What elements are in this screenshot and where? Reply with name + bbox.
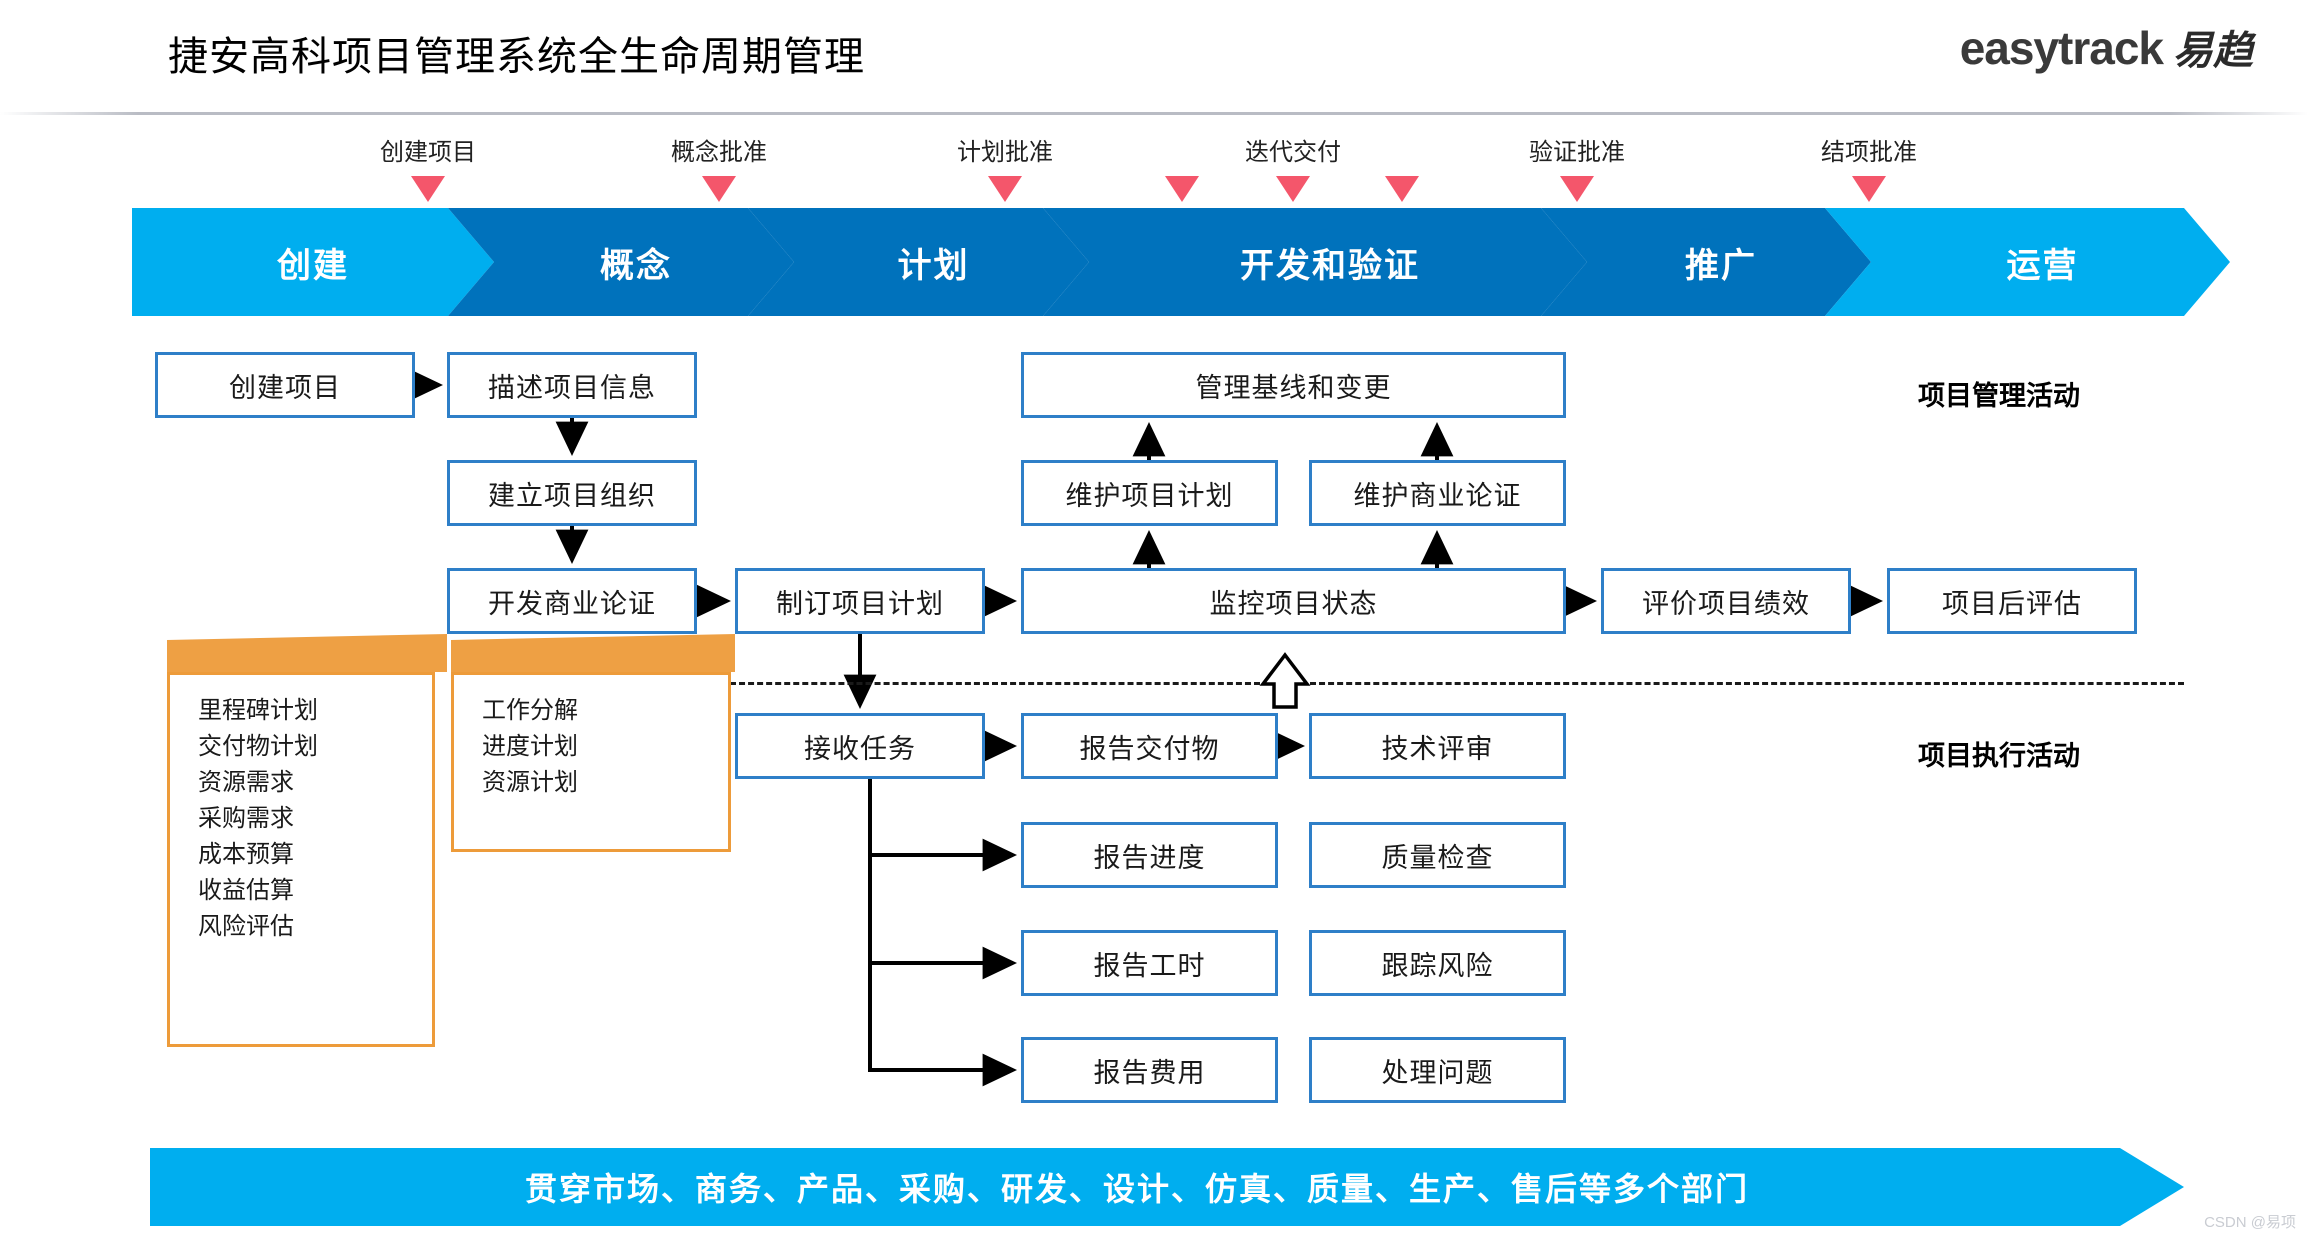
- milestone-label: 结项批准: [1821, 139, 1917, 166]
- callout-item: 资源需求: [198, 769, 294, 796]
- process-box-label: 接收任务: [804, 733, 916, 764]
- management-process-box[interactable]: 维护项目计划: [1021, 460, 1278, 526]
- milestone-marker-icon: [1165, 176, 1199, 202]
- phase-label: 推广: [1685, 246, 1757, 285]
- logo-wordmark-en: easytrack: [1959, 22, 2164, 74]
- milestone-label: 概念批准: [671, 139, 767, 166]
- milestone-marker-icon: [1276, 176, 1310, 202]
- phase-segment-3[interactable]: 计划: [748, 208, 1089, 316]
- management-process-box[interactable]: 创建项目: [155, 352, 415, 418]
- callout-item: 成本预算: [198, 841, 294, 868]
- milestone-marker-icon: [988, 176, 1022, 202]
- milestone-label: 创建项目: [380, 139, 476, 166]
- phase-segment-1[interactable]: 创建: [132, 208, 494, 316]
- process-box-label: 技术评审: [1381, 733, 1494, 764]
- activity-divider-left: [730, 682, 1260, 685]
- process-box-label: 处理问题: [1381, 1057, 1494, 1088]
- management-process-box[interactable]: 描述项目信息: [447, 352, 697, 418]
- milestone-marker-icon: [1385, 176, 1419, 202]
- brand-logo: easytrack 易趋: [1960, 18, 2253, 76]
- watermark: CSDN @易项: [2204, 1214, 2296, 1231]
- phase-label: 计划: [897, 246, 970, 285]
- execution-to-management-arrow-icon: [1259, 652, 1311, 709]
- process-box-label: 创建项目: [229, 372, 341, 403]
- process-box-label: 维护商业论证: [1353, 480, 1522, 511]
- execution-process-box[interactable]: 接收任务: [735, 713, 985, 779]
- process-box-label: 报告工时: [1093, 950, 1206, 981]
- management-process-box[interactable]: 管理基线和变更: [1021, 352, 1566, 418]
- phase-label: 概念: [600, 246, 672, 285]
- process-box-label: 开发商业论证: [488, 588, 656, 619]
- management-process-box[interactable]: 项目后评估: [1887, 568, 2137, 634]
- callout-item: 风险评估: [198, 913, 294, 940]
- phase-label: 开发和验证: [1240, 246, 1420, 285]
- callout-item: 采购需求: [198, 805, 294, 832]
- management-process-box[interactable]: 维护商业论证: [1309, 460, 1566, 526]
- process-box-label: 报告进度: [1093, 842, 1206, 873]
- process-box-label: 跟踪风险: [1381, 950, 1494, 981]
- process-box-label: 建立项目组织: [488, 480, 656, 511]
- execution-process-box[interactable]: 报告工时: [1021, 930, 1278, 996]
- process-box-label: 制订项目计划: [776, 588, 944, 619]
- phase-segment-6[interactable]: 运营: [1825, 208, 2230, 316]
- milestone-label: 计划批准: [957, 139, 1053, 166]
- process-box-label: 项目后评估: [1942, 588, 2082, 619]
- business-case-callout: 里程碑计划交付物计划资源需求采购需求成本预算收益估算风险评估: [167, 672, 435, 1047]
- callout-item: 里程碑计划: [198, 697, 318, 724]
- project-plan-callout: 工作分解进度计划资源计划: [451, 672, 731, 852]
- milestone-marker-icon: [1560, 176, 1594, 202]
- management-process-box[interactable]: 建立项目组织: [447, 460, 697, 526]
- departments-banner-text: 贯穿市场、商务、产品、采购、研发、设计、仿真、质量、生产、售后等多个部门: [524, 1171, 1749, 1207]
- activity-divider-right: [1310, 682, 2184, 685]
- process-box-label: 维护项目计划: [1065, 480, 1234, 511]
- process-box-label: 质量检查: [1381, 842, 1494, 873]
- milestone-marker-icon: [1852, 176, 1886, 202]
- callout-item: 进度计划: [482, 733, 578, 760]
- management-activities-label: 项目管理活动: [1918, 381, 2080, 411]
- callout-item: 交付物计划: [198, 733, 318, 760]
- execution-process-box[interactable]: 质量检查: [1309, 822, 1566, 888]
- phase-label: 运营: [2006, 246, 2079, 285]
- execution-process-box[interactable]: 处理问题: [1309, 1037, 1566, 1103]
- slide-canvas: 捷安高科项目管理系统全生命周期管理 easytrack 易趋 创建项目 概念批准计…: [0, 0, 2308, 1240]
- logo-wordmark-cn: 易趋: [2173, 29, 2253, 73]
- milestone-label: 迭代交付: [1245, 139, 1341, 166]
- page-title: 捷安高科项目管理系统全生命周期管理: [168, 35, 865, 79]
- header-divider: [0, 112, 2308, 115]
- phase-segment-4[interactable]: 开发和验证: [1043, 208, 1587, 316]
- process-box-label: 管理基线和变更: [1195, 372, 1392, 403]
- process-box-label: 报告交付物: [1079, 733, 1220, 764]
- execution-process-box[interactable]: 技术评审: [1309, 713, 1566, 779]
- execution-process-box[interactable]: 报告费用: [1021, 1037, 1278, 1103]
- lifecycle-phase-bar: 创建 概念 计划 开发和验证 推广 运营: [132, 208, 2230, 316]
- milestone-marker-icon: [411, 176, 445, 202]
- process-box-label: 评价项目绩效: [1642, 588, 1810, 619]
- process-box-label: 报告费用: [1093, 1057, 1206, 1088]
- callout-item: 收益估算: [198, 877, 294, 904]
- callout-item: 资源计划: [482, 769, 578, 796]
- process-box-label: 描述项目信息: [488, 372, 656, 403]
- execution-process-box[interactable]: 报告进度: [1021, 822, 1278, 888]
- management-process-box[interactable]: 监控项目状态: [1021, 568, 1566, 634]
- management-process-box[interactable]: 评价项目绩效: [1601, 568, 1851, 634]
- management-process-box[interactable]: 制订项目计划: [735, 568, 985, 634]
- callout-item: 工作分解: [482, 697, 578, 724]
- phase-segment-5[interactable]: 推广: [1541, 208, 1871, 316]
- execution-process-box[interactable]: 报告交付物: [1021, 713, 1278, 779]
- process-box-label: 监控项目状态: [1209, 588, 1378, 619]
- milestone-label: 验证批准: [1529, 139, 1625, 166]
- execution-activities-label: 项目执行活动: [1918, 741, 2080, 771]
- milestone-marker-icon: [702, 176, 736, 202]
- management-process-box[interactable]: 开发商业论证: [447, 568, 697, 634]
- phase-segment-2[interactable]: 概念: [448, 208, 794, 316]
- phase-label: 创建: [277, 246, 349, 285]
- departments-banner: 贯穿市场、商务、产品、采购、研发、设计、仿真、质量、生产、售后等多个部门: [150, 1148, 2184, 1226]
- execution-process-box[interactable]: 跟踪风险: [1309, 930, 1566, 996]
